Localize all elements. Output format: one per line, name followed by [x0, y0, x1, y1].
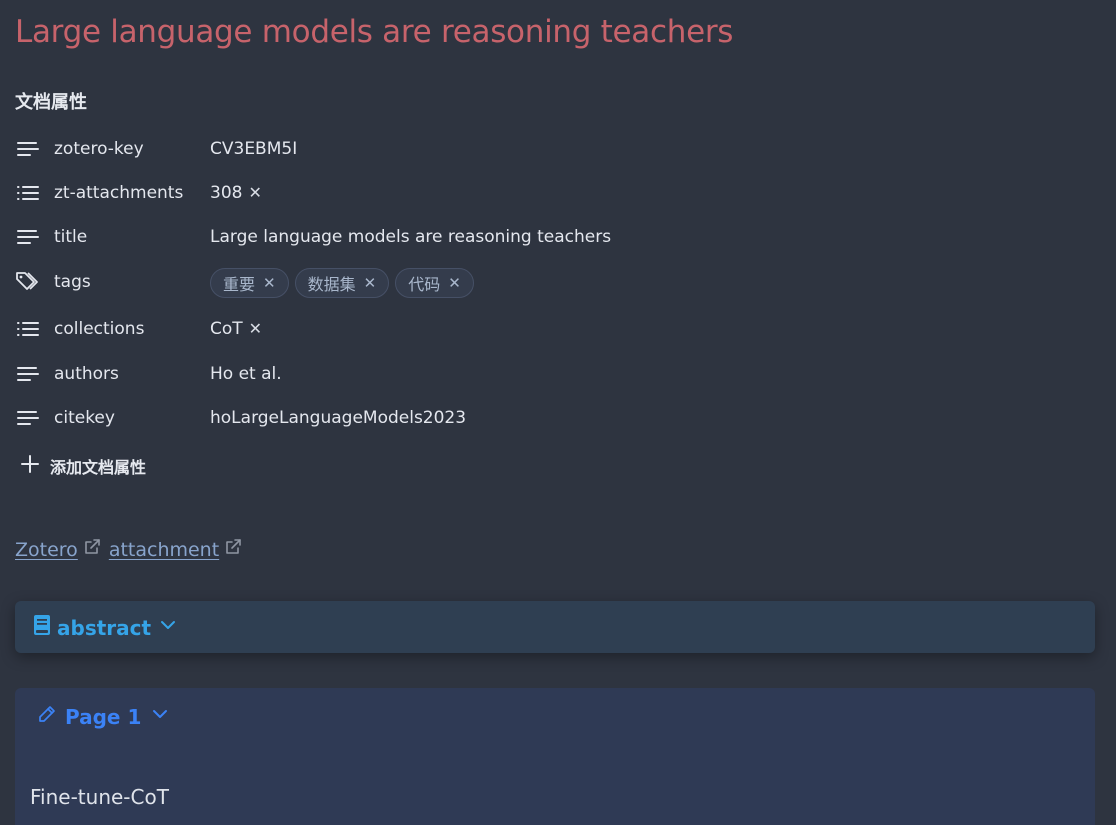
property-row-authors[interactable]: authors Ho et al. [15, 360, 1015, 390]
external-link-icon[interactable] [224, 538, 242, 561]
list-icon[interactable] [15, 182, 41, 204]
property-key[interactable]: title [54, 227, 87, 247]
text-lines-icon[interactable] [15, 138, 41, 160]
list-icon[interactable] [15, 318, 41, 340]
property-value[interactable]: Large language models are reasoning teac… [210, 227, 611, 247]
book-icon [33, 614, 51, 641]
property-key[interactable]: zt-attachments [54, 183, 183, 203]
tag-pill[interactable]: 重要 ✕ [210, 268, 289, 298]
text-lines-icon[interactable] [15, 226, 41, 248]
pencil-icon [37, 704, 57, 729]
tag-label: 数据集 [307, 275, 356, 294]
property-value-pill[interactable]: 308 ✕ [210, 183, 262, 203]
property-key[interactable]: authors [54, 364, 119, 384]
page-callout-header[interactable]: Page 1 [37, 703, 171, 730]
property-key[interactable]: citekey [54, 408, 115, 428]
pill-text: CoT [210, 319, 243, 339]
add-property-label: 添加文档属性 [50, 458, 147, 477]
property-row-title[interactable]: title Large language models are reasonin… [15, 223, 1015, 253]
chevron-down-icon[interactable] [149, 703, 171, 730]
property-row-zt-attachments[interactable]: zt-attachments 308 ✕ [15, 179, 1015, 209]
remove-icon[interactable]: ✕ [448, 274, 461, 292]
tag-label: 重要 [223, 275, 256, 294]
abstract-callout[interactable]: abstract [15, 601, 1095, 653]
text-lines-icon[interactable] [15, 407, 41, 429]
external-links: Zotero attachment [15, 538, 250, 561]
property-row-tags[interactable]: tags 重要 ✕ 数据集 ✕ 代码 ✕ [15, 268, 1015, 298]
attachment-link[interactable]: attachment [109, 539, 219, 561]
abstract-callout-title: abstract [57, 615, 152, 640]
property-value[interactable]: Ho et al. [210, 364, 282, 384]
page-callout[interactable]: Page 1 Fine-tune-CoT [15, 688, 1095, 825]
tag-pill[interactable]: 代码 ✕ [395, 268, 474, 298]
property-row-zotero-key[interactable]: zotero-key CV3EBM5I [15, 135, 1015, 165]
page-title: Large language models are reasoning teac… [15, 14, 734, 50]
text-lines-icon[interactable] [15, 363, 41, 385]
page-callout-title: Page 1 [65, 704, 142, 729]
remove-icon[interactable]: ✕ [263, 274, 276, 292]
remove-icon[interactable]: ✕ [249, 319, 262, 338]
external-link-icon[interactable] [83, 538, 101, 561]
remove-icon[interactable]: ✕ [364, 274, 377, 292]
remove-icon[interactable]: ✕ [248, 183, 261, 202]
tags-icon[interactable] [15, 270, 41, 292]
abstract-callout-header[interactable]: abstract [33, 614, 179, 641]
property-value-pill[interactable]: CoT ✕ [210, 319, 262, 339]
chevron-down-icon[interactable] [157, 614, 179, 641]
note-page: Large language models are reasoning teac… [0, 0, 1116, 825]
zotero-link[interactable]: Zotero [15, 539, 78, 561]
property-row-collections[interactable]: collections CoT ✕ [15, 315, 1015, 345]
property-key[interactable]: tags [54, 272, 91, 292]
property-key[interactable]: zotero-key [54, 139, 144, 159]
properties-heading: 文档属性 [15, 92, 87, 113]
property-key[interactable]: collections [54, 319, 144, 339]
property-value[interactable]: CV3EBM5I [210, 139, 297, 159]
add-property-button[interactable]: 添加文档属性 [20, 454, 146, 478]
property-value[interactable]: hoLargeLanguageModels2023 [210, 408, 466, 428]
property-row-citekey[interactable]: citekey hoLargeLanguageModels2023 [15, 404, 1015, 434]
tag-label: 代码 [408, 275, 441, 294]
tag-list: 重要 ✕ 数据集 ✕ 代码 ✕ [210, 268, 474, 298]
page-callout-body: Fine-tune-CoT [30, 785, 169, 809]
plus-icon [20, 454, 40, 478]
tag-pill[interactable]: 数据集 ✕ [294, 268, 390, 298]
pill-text: 308 [210, 183, 243, 203]
